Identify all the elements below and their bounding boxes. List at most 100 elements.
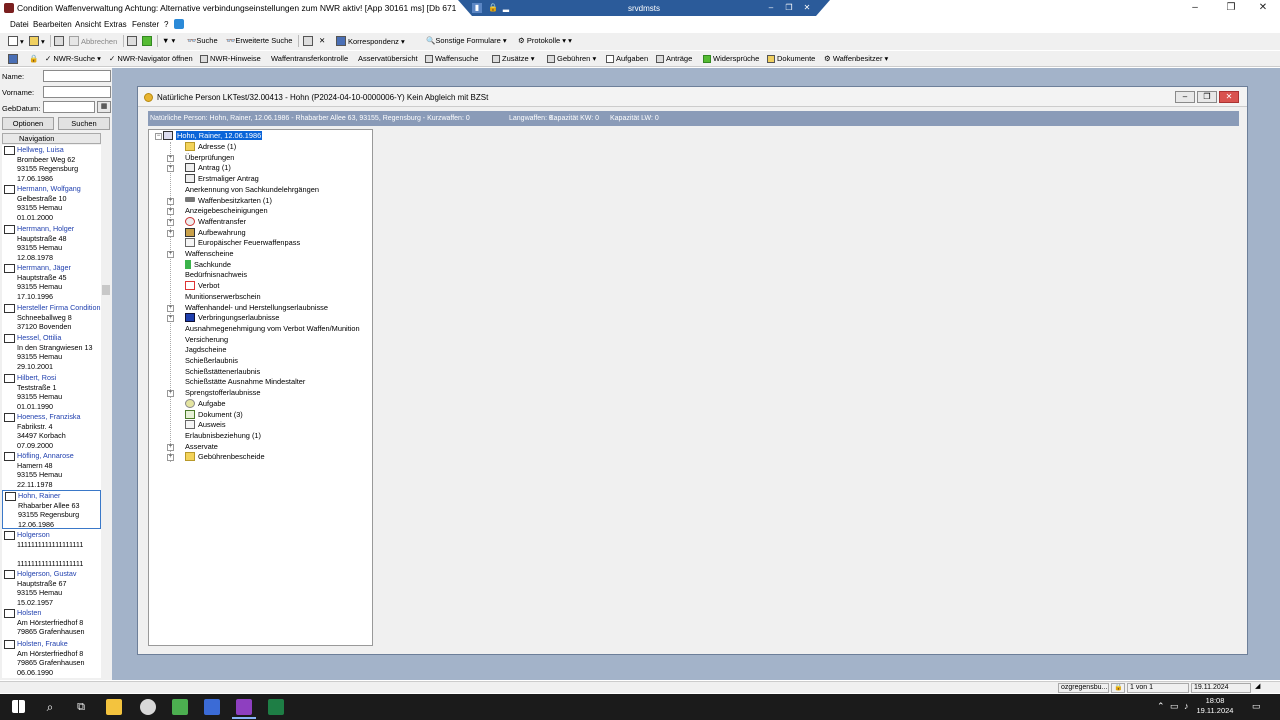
tree-expand-toggle[interactable]: + (167, 443, 174, 451)
nav-person-item[interactable]: Hessel, Ottilia In den Strangwiesen 13 931… (2, 333, 101, 371)
waffenverwaltung-taskbar-icon[interactable] (236, 699, 252, 715)
tray-chevron-icon[interactable]: ⌃ (1157, 701, 1165, 712)
waffensuche-button[interactable]: Waffensuche (425, 54, 478, 63)
task-view-icon[interactable]: ⧉ (73, 699, 89, 715)
minimize-button[interactable]: – (1178, 0, 1212, 16)
tree-node[interactable]: Anerkennung von Sachkundelehrgängen (185, 185, 319, 194)
tree-node[interactable]: Munitionserwerbschein (185, 292, 261, 301)
antraege-button[interactable]: Anträge (656, 54, 692, 63)
waffentransferkontrolle-button[interactable]: Waffentransferkontrolle (271, 54, 348, 63)
nwr-suche-button[interactable]: ✓ NWR-Suche ▾ (45, 54, 101, 63)
tree-expand-toggle[interactable]: + (167, 251, 174, 258)
zusaetze-button[interactable]: Zusätze ▾ (492, 54, 535, 63)
tree-expand-toggle[interactable]: + (167, 304, 174, 312)
notification-icon[interactable]: ▭ (1252, 701, 1261, 712)
file-explorer-icon[interactable] (106, 699, 122, 715)
tree-root-collapse[interactable]: − (155, 133, 162, 140)
tree-expand-toggle[interactable]: + (167, 165, 174, 173)
menu-extras[interactable]: Extras (104, 20, 127, 29)
nav-person-item[interactable]: Holsten Am Hörsterfriedhof 8 79865 Grafenh… (2, 608, 101, 637)
tree-node[interactable]: Versicherung (185, 335, 228, 344)
app-blue-icon[interactable] (204, 699, 220, 715)
tree-root-node[interactable]: Hohn, Rainer, 12.06.1986 (163, 131, 263, 140)
tree-node[interactable]: Verbringungserlaubnisse (185, 313, 279, 323)
name-field[interactable] (43, 70, 111, 82)
nav-person-item[interactable]: Herrmann, Holger Hauptstraße 48 93155 Hema… (2, 224, 101, 262)
save-button[interactable] (54, 36, 66, 46)
windows-start-icon[interactable] (12, 700, 25, 713)
tree-node[interactable]: Erstmaliger Antrag (185, 174, 259, 184)
tree-node[interactable]: Schießerlaubnis (185, 356, 238, 365)
nav-person-item[interactable]: Holgerson 1111111111111111111 111111111111… (2, 530, 101, 568)
tree-node[interactable]: Anzeigebescheinigungen (185, 206, 268, 215)
nav-person-item[interactable]: Höfling, Annarose Hamern 48 93155 Hemau 22.… (2, 451, 101, 489)
asservatuebersicht-button[interactable]: Asservatübersicht (358, 54, 418, 63)
tree-node[interactable]: Verbot (185, 281, 219, 291)
nav-person-item[interactable]: Holgerson, Gustav Hauptstraße 67 93155 Hem… (2, 569, 101, 607)
tools-button[interactable] (303, 36, 315, 46)
tree-node[interactable]: Überprüfungen (185, 153, 234, 162)
tree-node[interactable]: Ausnahmegenehmigung vom Verbot Waffen/Mu… (185, 324, 360, 333)
excel-icon[interactable] (268, 699, 284, 715)
tree-node[interactable]: Waffenscheine (185, 249, 233, 258)
waffenbesitzer-button[interactable]: ⚙ Waffenbesitzer ▾ (824, 54, 888, 63)
new-button[interactable]: ▾ (8, 36, 24, 46)
tree-node[interactable]: Jagdscheine (185, 345, 227, 354)
tree-expand-toggle[interactable]: + (167, 390, 174, 398)
nav-person-item[interactable]: Hellweg, Luisa Brombeer Weg 62 93155 Regen… (2, 145, 101, 183)
gebuehren-button[interactable]: Gebühren ▾ (547, 54, 596, 63)
nav-person-item[interactable]: Holsten, Frauke Am Hörsterfriedhof 8 79865… (2, 639, 101, 677)
nav-person-item[interactable]: Herrmann, Jäger Hauptstraße 45 93155 Hemau… (2, 263, 101, 301)
tree-node[interactable]: Schießstätte Ausnahme Mindestalter (185, 377, 305, 386)
menu-bearbeiten[interactable]: Bearbeiten (33, 20, 72, 29)
tree-node[interactable]: Adresse (1) (185, 142, 236, 151)
nwr-hinweise-button[interactable]: NWR-Hinweise (200, 54, 261, 63)
nwr-user-button[interactable]: 🔒 (29, 54, 38, 63)
scrollbar-thumb[interactable] (102, 285, 110, 295)
menu-fenster[interactable]: Fenster (132, 20, 159, 29)
nav-person-item[interactable]: Hoeness, Franziska Fabrikstr. 4 34497 Korb… (2, 412, 101, 450)
calendar-icon[interactable]: ▦ (97, 101, 111, 113)
tree-node[interactable]: Aufbewahrung (185, 227, 246, 237)
tree-node[interactable]: Waffentransfer (185, 216, 246, 226)
tree-expand-toggle[interactable]: + (167, 154, 174, 162)
nav-person-item[interactable]: Hersteller Firma Condition Schneeballweg … (2, 303, 101, 331)
person-window-restore-button[interactable]: ❐ (1197, 91, 1217, 103)
korrespondenz-button[interactable]: Korrespondenz ▾ (336, 36, 405, 46)
tree-node[interactable]: Waffenhandel- und Herstellungserlaubniss… (185, 303, 328, 312)
rdp-close-icon[interactable]: ✕ (802, 3, 812, 13)
print-button[interactable] (127, 36, 139, 46)
vorname-field[interactable] (43, 86, 111, 98)
protokolle-button[interactable]: ⚙ Protokolle ▾ ▾ (518, 36, 572, 45)
tree-node[interactable]: Antrag (1) (185, 163, 231, 173)
help-icon[interactable] (174, 19, 184, 29)
tree-node[interactable]: Europäischer Feuerwaffenpass (185, 238, 300, 248)
tree-node[interactable]: Schießstättenerlaubnis (185, 367, 260, 376)
tree-node[interactable]: Waffenbesitzkarten (1) (185, 196, 272, 205)
erweiterte-suche-button[interactable]: 👓Erweiterte Suche (226, 36, 292, 45)
dokumente-button[interactable]: Dokumente (767, 54, 815, 63)
tree-node[interactable]: Gebührenbescheide (185, 452, 265, 462)
rdp-minimize-icon[interactable]: – (766, 3, 776, 13)
tree-node[interactable]: Bedürfnisnachweis (185, 270, 247, 279)
tree-expand-toggle[interactable]: + (167, 454, 174, 462)
tree-node[interactable]: Sachkunde (185, 259, 231, 269)
nwr-navigator-button[interactable]: ✓ NWR-Navigator öffnen (109, 54, 193, 63)
filter-button[interactable]: ▼ ▾ (162, 36, 175, 45)
tree-expand-toggle[interactable]: + (167, 229, 174, 237)
taskbar-search-icon[interactable]: ⌕ (42, 699, 58, 715)
nav-person-item[interactable]: Hohn, Rainer Rhabarber Allee 63 93155 Rege… (2, 490, 101, 529)
tree-expand-toggle[interactable]: + (167, 208, 174, 216)
person-window-minimize-button[interactable]: – (1175, 91, 1195, 103)
rdp-restore-icon[interactable]: ❐ (784, 3, 794, 13)
tree-expand-toggle[interactable]: + (167, 218, 174, 226)
tree-node[interactable]: Erlaubnisbeziehung (1) (185, 431, 261, 440)
menu-help[interactable]: ? (164, 20, 168, 29)
delete-button[interactable]: ✕ (319, 36, 325, 45)
app-green-icon[interactable] (172, 699, 188, 715)
nwr-globe-button[interactable] (8, 54, 20, 64)
navigation-scrollbar[interactable] (101, 145, 111, 678)
tree-node[interactable]: Dokument (3) (185, 409, 243, 419)
nav-person-item[interactable]: Hermann, Wolfgang Gelbestraße 10 93155 Hem… (2, 184, 101, 222)
nav-person-item[interactable]: Hilbert, Rosi Teststraße 1 93155 Hemau 01.0… (2, 373, 101, 411)
